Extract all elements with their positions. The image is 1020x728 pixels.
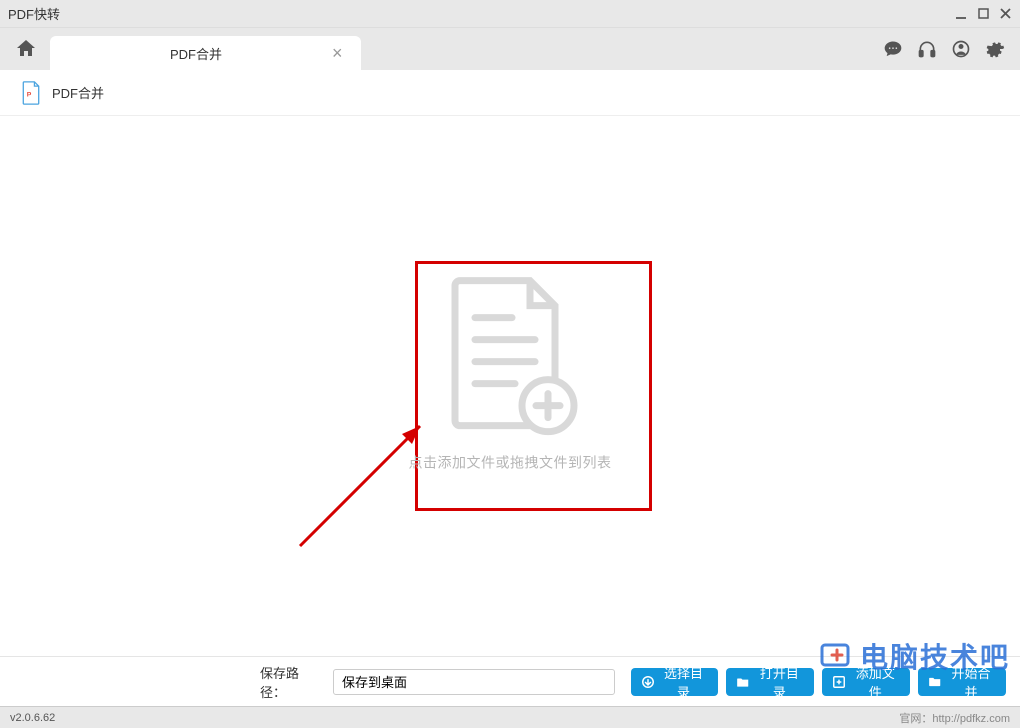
headphones-icon[interactable] [916,38,938,60]
start-merge-button[interactable]: 开始合并 [918,668,1006,696]
official-site[interactable]: 官网：http://pdfkz.com [899,710,1010,726]
save-path-label: 保存路径： [260,663,323,701]
add-file-button[interactable]: 添加文件 [822,668,910,696]
main-area: 点击添加文件或拖拽文件到列表 [0,116,1020,656]
window-title: PDF快转 [8,4,60,23]
tab-close-button[interactable]: × [332,44,343,62]
user-icon[interactable] [950,38,972,60]
save-path-input[interactable] [333,669,615,695]
svg-text:P: P [27,91,32,98]
version-label: v2.0.6.62 [10,712,55,724]
gear-icon[interactable] [984,38,1006,60]
open-dir-button[interactable]: 打开目录 [726,668,814,696]
chat-icon[interactable] [882,38,904,60]
pdf-file-icon: P [20,81,42,105]
select-dir-button[interactable]: 选择目录 [631,668,719,696]
subheader-label: PDF合并 [52,83,104,102]
close-button[interactable] [998,7,1012,21]
maximize-button[interactable] [976,7,990,21]
annotation-arrow [290,416,450,556]
home-button[interactable] [8,31,44,67]
tab-pdf-merge[interactable]: PDF合并 × [50,36,361,70]
add-file-icon [440,276,580,436]
minimize-button[interactable] [954,7,968,21]
tab-label: PDF合并 [170,44,222,63]
